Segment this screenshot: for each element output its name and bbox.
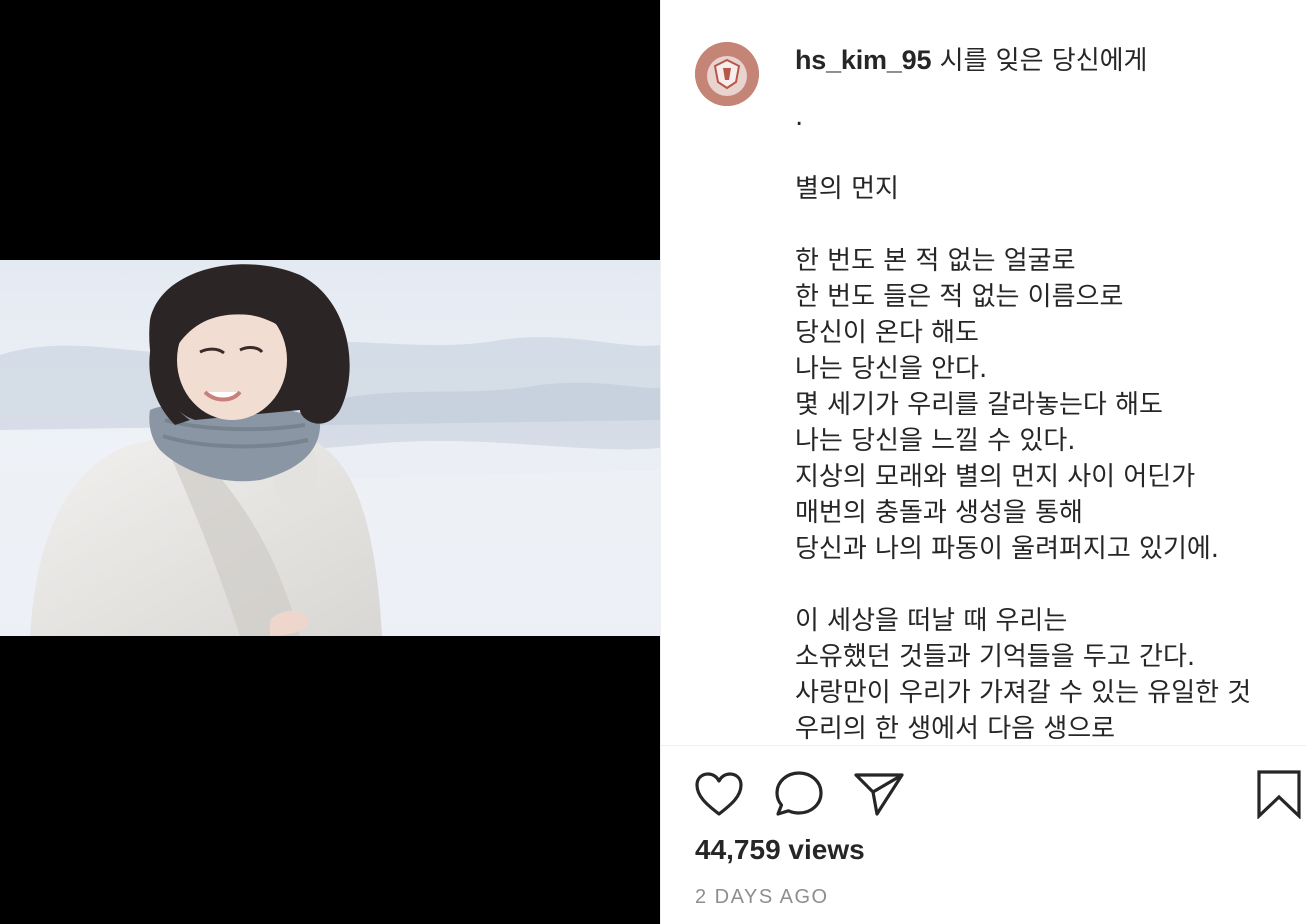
caption-line: . (795, 102, 804, 132)
caption-line: 지상의 모래와 별의 먼지 사이 어딘가 (795, 462, 1196, 492)
save-button[interactable] (1253, 768, 1305, 820)
video-frame-illustration (0, 260, 660, 636)
caption-line: 매번의 충돌과 생성을 통해 (795, 498, 1083, 528)
caption-line: 나는 당신을 느낄 수 있다. (795, 426, 1076, 456)
user-avatar[interactable] (695, 42, 759, 106)
caption-area[interactable]: hs_kim_95 시를 잊은 당신에게 . 별의 먼지한 번도 본 적 없는 얼… (661, 0, 1306, 745)
caption-body: . 별의 먼지한 번도 본 적 없는 얼굴로한 번도 들은 적 없는 이름으로당신… (795, 99, 1285, 745)
caption-line: 우리의 한 생에서 다음 생으로 (795, 714, 1116, 744)
caption-line: 사랑만이 우리가 가져갈 수 있는 유일한 것 (795, 678, 1252, 708)
caption-line: 당신이 온다 해도 (795, 318, 979, 348)
post-video[interactable] (0, 260, 660, 636)
action-bar (693, 768, 1301, 820)
like-button[interactable] (693, 768, 745, 820)
caption-line: 한 번도 본 적 없는 얼굴로 (795, 246, 1076, 276)
caption-header: hs_kim_95 시를 잊은 당신에게 (795, 42, 1285, 79)
view-count[interactable]: 44,759 views (695, 834, 865, 866)
avatar-image (695, 42, 759, 106)
caption-line (795, 567, 1285, 603)
paper-plane-icon (853, 771, 905, 817)
caption-title: 시를 잊은 당신에게 (939, 46, 1148, 76)
post-timestamp[interactable]: 2 DAYS AGO (695, 886, 829, 909)
caption-line: 당신과 나의 파동이 울려퍼지고 있기에. (795, 534, 1220, 564)
post-username[interactable]: hs_kim_95 (795, 45, 932, 75)
bookmark-icon (1256, 769, 1302, 819)
caption-line: 나는 당신을 안다. (795, 354, 988, 384)
post-side-panel: hs_kim_95 시를 잊은 당신에게 . 별의 먼지한 번도 본 적 없는 얼… (660, 0, 1306, 924)
heart-icon (694, 771, 744, 817)
post-caption: hs_kim_95 시를 잊은 당신에게 . 별의 먼지한 번도 본 적 없는 얼… (795, 42, 1285, 745)
caption-line: 몇 세기가 우리를 갈라놓는다 해도 (795, 390, 1163, 420)
media-pane (0, 0, 660, 924)
caption-line (795, 207, 1285, 243)
caption-line: 이 세상을 떠날 때 우리는 (795, 606, 1068, 636)
caption-line (795, 135, 1285, 171)
share-button[interactable] (853, 768, 905, 820)
caption-line: 소유했던 것들과 기억들을 두고 간다. (795, 642, 1196, 672)
caption-line: 한 번도 들은 적 없는 이름으로 (795, 282, 1124, 312)
divider (661, 745, 1306, 746)
comment-bubble-icon (774, 770, 824, 818)
comment-button[interactable] (773, 768, 825, 820)
caption-line: 별의 먼지 (795, 174, 899, 204)
